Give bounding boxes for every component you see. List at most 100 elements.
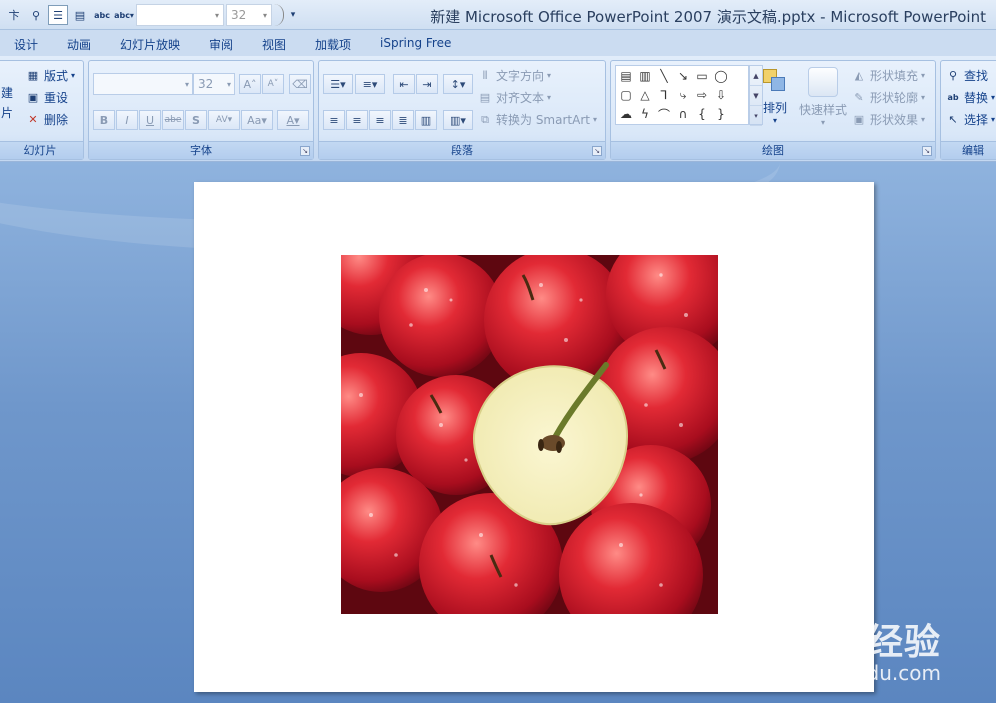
- shrink-font-button[interactable]: A ˅: [262, 74, 284, 94]
- underline-button[interactable]: U: [139, 110, 161, 130]
- spelling-check-icon[interactable]: abc: [92, 5, 112, 25]
- paragraph-dialog-launcher[interactable]: ↘: [592, 146, 602, 156]
- font-size-select[interactable]: 32 ▾: [193, 73, 235, 95]
- delete-slide-button[interactable]: ✕ 删除: [25, 111, 68, 128]
- tab-animations[interactable]: 动画: [67, 36, 91, 53]
- find-button[interactable]: ⚲ 查找: [945, 67, 988, 84]
- reset-button[interactable]: ▣ 重设: [25, 89, 68, 106]
- drawing-dialog-launcher[interactable]: ↘: [922, 146, 932, 156]
- find-binoculars-icon[interactable]: ⚲: [26, 5, 46, 25]
- down-arrow-shape-icon[interactable]: ⇩: [713, 87, 729, 103]
- shape-effects-button[interactable]: ▣ 形状效果 ▾: [851, 111, 925, 128]
- elbow-connector-shape-icon[interactable]: ⅂: [656, 87, 672, 103]
- fill-bucket-icon: ◭: [854, 69, 864, 82]
- line-spacing-button[interactable]: ↕▾: [443, 74, 473, 94]
- smartart-icon: ⧉: [481, 112, 489, 126]
- select-button[interactable]: ↖ 选择 ▾: [945, 111, 995, 128]
- align-center-button[interactable]: ≡: [346, 110, 368, 130]
- spelling-options-icon[interactable]: abc▾: [114, 5, 134, 25]
- oval-shape-icon[interactable]: ◯: [713, 68, 729, 84]
- text-direction-icon: ⫴: [482, 68, 488, 82]
- slides-group-label: 幻灯片: [0, 141, 83, 159]
- lightning-shape-icon[interactable]: ϟ: [637, 106, 653, 122]
- arrange-button[interactable]: 排列 ▾: [757, 67, 793, 125]
- elbow-arrow-shape-icon[interactable]: ⤷: [675, 87, 691, 103]
- columns-icon: ▥▾: [450, 113, 466, 127]
- cursor-icon: ↖: [948, 113, 958, 126]
- triangle-shape-icon[interactable]: △: [637, 87, 653, 103]
- cloud-shape-icon[interactable]: ☁: [618, 106, 634, 122]
- align-left-button[interactable]: ≡: [323, 110, 345, 130]
- increase-indent-icon: ⇥: [422, 77, 432, 91]
- arrow-line-shape-icon[interactable]: ↘: [675, 68, 691, 84]
- editing-group: ⚲ 查找 ab 替换 ▾ ↖ 选择 ▾ 编辑: [940, 60, 996, 160]
- font-name-combo[interactable]: ▾: [136, 4, 224, 26]
- right-brace-shape-icon[interactable]: }: [713, 106, 729, 122]
- shape-outline-button[interactable]: ✎ 形状轮廓 ▾: [851, 89, 925, 106]
- layout-button[interactable]: ▦ 版式 ▾: [25, 67, 75, 84]
- clear-formatting-button[interactable]: ⌫: [289, 74, 311, 94]
- bullets-button[interactable]: ☰▾: [323, 74, 353, 94]
- shape-fill-button[interactable]: ◭ 形状填充 ▾: [851, 67, 925, 84]
- tab-design[interactable]: 设计: [14, 36, 38, 53]
- customize-qat-icon[interactable]: ▾: [286, 5, 300, 25]
- paragraph-group: ☰▾ ≡▾ ⇤ ⇥ ↕▾ ⫴ 文字方向 ▾ ▤ 对齐文本 ▾ ⧉ 转换为 Smart…: [318, 60, 606, 160]
- justify-button[interactable]: ≣: [392, 110, 414, 130]
- font-dialog-launcher[interactable]: ↘: [300, 146, 310, 156]
- rectangle-shape-icon[interactable]: ▭: [694, 68, 710, 84]
- text-direction-button[interactable]: ⫴ 文字方向 ▾: [477, 67, 551, 84]
- slide-workspace[interactable]: Baidu经验 jingyan.baidu.com: [0, 162, 996, 703]
- distributed-button[interactable]: ▥: [415, 110, 437, 130]
- apples-picture[interactable]: [341, 255, 718, 614]
- right-arrow-shape-icon[interactable]: ⇨: [694, 87, 710, 103]
- font-family-select[interactable]: ▾: [93, 73, 193, 95]
- replace-button[interactable]: ab 替换 ▾: [945, 89, 995, 106]
- translate-icon[interactable]: ▤: [70, 5, 90, 25]
- align-text-icon: ▤: [479, 91, 491, 104]
- font-color-button[interactable]: A ▾: [277, 110, 309, 130]
- shapes-gallery[interactable]: ▤ ▥ ╲ ↘ ▭ ◯ ▢ △ ⅂ ⤷ ⇨ ⇩ ☁ ϟ ⌒ ∩ { }: [615, 65, 749, 125]
- columns-button[interactable]: ▥▾: [443, 110, 473, 130]
- tab-add-ins[interactable]: 加载项: [315, 36, 351, 53]
- font-group: ▾ 32 ▾ A ˄ A ˅ ⌫ B I U abe S AV ▾ Aa ▾ A ▾ 字体 …: [88, 60, 314, 160]
- justify-icon: ≣: [398, 113, 408, 127]
- tab-view[interactable]: 视图: [262, 36, 286, 53]
- text-shadow-button[interactable]: S: [185, 110, 207, 130]
- tab-review[interactable]: 审阅: [209, 36, 233, 53]
- tab-slide-show[interactable]: 幻灯片放映: [120, 36, 180, 53]
- decrease-indent-button[interactable]: ⇤: [393, 74, 415, 94]
- grow-font-button[interactable]: A ˄: [239, 74, 261, 94]
- font-size-combo[interactable]: 32 ▾: [226, 4, 272, 26]
- font-group-label: 字体: [89, 141, 313, 159]
- italic-button[interactable]: I: [116, 110, 138, 130]
- baidu-watermark: Baidu经验 jingyan.baidu.com: [746, 622, 941, 685]
- convert-smartart-button[interactable]: ⧉ 转换为 SmartArt ▾: [477, 111, 597, 128]
- vertical-textbox-shape-icon[interactable]: ▥: [637, 68, 653, 84]
- quick-styles-button[interactable]: 快速样式 ▾: [795, 67, 851, 127]
- reset-icon: ▣: [27, 91, 39, 104]
- binoculars-icon: ⚲: [948, 69, 958, 82]
- tab-ispring[interactable]: iSpring Free: [380, 36, 451, 50]
- new-slide-button[interactable]: 建 片: [1, 87, 13, 119]
- curve-shape-icon[interactable]: ∩: [675, 106, 691, 122]
- text-box-icon[interactable]: ☰: [48, 5, 68, 25]
- numbering-button[interactable]: ≡▾: [355, 74, 385, 94]
- align-text-button[interactable]: ▤ 对齐文本 ▾: [477, 89, 551, 106]
- strikethrough-button[interactable]: abe: [162, 110, 184, 130]
- clear-format-icon: ⌫: [292, 77, 308, 91]
- character-spacing-button[interactable]: AV ▾: [208, 110, 240, 130]
- bold-button[interactable]: B: [93, 110, 115, 130]
- format-painter-icon[interactable]: 卞: [4, 5, 24, 25]
- arc-shape-icon[interactable]: ⌒: [656, 106, 672, 122]
- decrease-indent-icon: ⇤: [399, 77, 409, 91]
- left-brace-shape-icon[interactable]: {: [694, 106, 710, 122]
- increase-indent-button[interactable]: ⇥: [416, 74, 438, 94]
- align-right-button[interactable]: ≡: [369, 110, 391, 130]
- rounded-rect-shape-icon[interactable]: ▢: [618, 87, 634, 103]
- line-spacing-icon: ↕▾: [450, 77, 466, 91]
- ribbon: 建 片 ▦ 版式 ▾ ▣ 重设 ✕ 删除 幻灯片 ▾ 32 ▾ A ˄ A ˅ ⌫ B …: [0, 56, 996, 162]
- line-shape-icon[interactable]: ╲: [656, 68, 672, 84]
- textbox-shape-icon[interactable]: ▤: [618, 68, 634, 84]
- change-case-button[interactable]: Aa ▾: [241, 110, 273, 130]
- bullets-icon: ☰▾: [330, 77, 346, 91]
